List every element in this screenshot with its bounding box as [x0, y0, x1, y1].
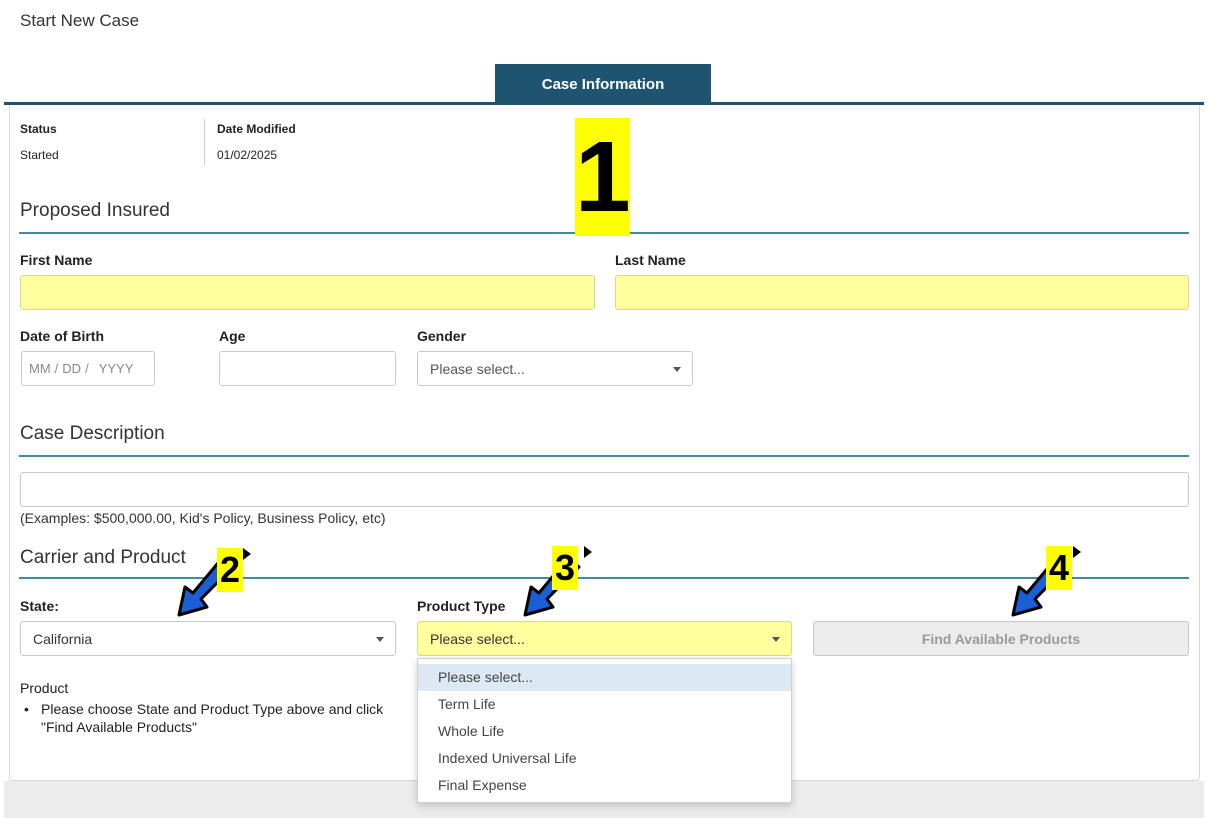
first-name-label: First Name — [20, 252, 93, 268]
annotation-badge-1: 1 — [575, 118, 631, 236]
first-name-input[interactable] — [20, 275, 595, 310]
product-type-select[interactable]: Please select... — [417, 621, 792, 656]
annotation-badge-4: 4 — [1046, 546, 1072, 590]
date-modified-label: Date Modified — [217, 122, 296, 136]
find-available-products-button[interactable]: Find Available Products — [813, 621, 1189, 656]
product-type-select-value: Please select... — [430, 630, 525, 647]
tab-case-information[interactable]: Case Information — [495, 64, 711, 104]
product-hint-text: Please choose State and Product Type abo… — [41, 701, 384, 735]
case-description-input[interactable] — [20, 472, 1189, 507]
dob-label: Date of Birth — [20, 328, 104, 344]
bullet-icon: • — [24, 701, 29, 717]
chevron-down-icon — [772, 637, 780, 642]
dropdown-option[interactable]: Whole Life — [418, 718, 791, 745]
dob-year: YYYY — [98, 361, 134, 376]
annotation-badge-3: 3 — [552, 546, 578, 590]
section-title-carrier-product: Carrier and Product — [20, 547, 186, 568]
annotation-pointer-icon — [584, 546, 592, 558]
chevron-down-icon — [673, 367, 681, 372]
product-type-label: Product Type — [417, 598, 506, 614]
product-type-dropdown: Please select... Term Life Whole Life In… — [417, 658, 792, 803]
annotation-pointer-icon — [243, 548, 251, 560]
state-select[interactable]: California — [20, 621, 396, 656]
date-modified-value: 01/02/2025 — [217, 148, 278, 162]
annotation-badge-2: 2 — [217, 548, 243, 592]
section-title-case-description: Case Description — [20, 423, 165, 444]
gender-label: Gender — [417, 328, 467, 344]
age-label: Age — [219, 328, 246, 344]
status-value: Started — [20, 148, 59, 162]
last-name-label: Last Name — [615, 252, 686, 268]
age-input[interactable] — [219, 351, 396, 386]
chevron-down-icon — [376, 637, 384, 642]
dropdown-option[interactable]: Indexed Universal Life — [418, 745, 791, 772]
meta-divider — [204, 119, 205, 165]
gender-select-value: Please select... — [430, 360, 525, 377]
dropdown-option[interactable]: Final Expense — [418, 772, 791, 799]
section-rule — [19, 455, 1189, 457]
page-title: Start New Case — [20, 11, 140, 30]
product-label: Product — [20, 680, 69, 696]
dob-day: DD — [62, 361, 82, 376]
state-select-value: California — [33, 630, 93, 647]
dropdown-option[interactable]: Please select... — [418, 664, 791, 691]
last-name-input[interactable] — [615, 275, 1189, 310]
dob-input[interactable]: MM / DD / YYYY — [21, 351, 155, 386]
dob-month: MM — [29, 361, 51, 376]
status-label: Status — [20, 122, 57, 136]
annotation-pointer-icon — [1073, 546, 1081, 558]
product-hint: • Please choose State and Product Type a… — [24, 700, 394, 736]
dob-separator: / — [85, 361, 89, 376]
dropdown-option[interactable]: Term Life — [418, 691, 791, 718]
state-label: State: — [20, 598, 59, 614]
section-title-proposed-insured: Proposed Insured — [20, 200, 170, 221]
gender-select[interactable]: Please select... — [417, 351, 693, 386]
dob-separator: / — [54, 361, 59, 376]
case-description-helper: (Examples: $500,000.00, Kid's Policy, Bu… — [20, 510, 386, 526]
